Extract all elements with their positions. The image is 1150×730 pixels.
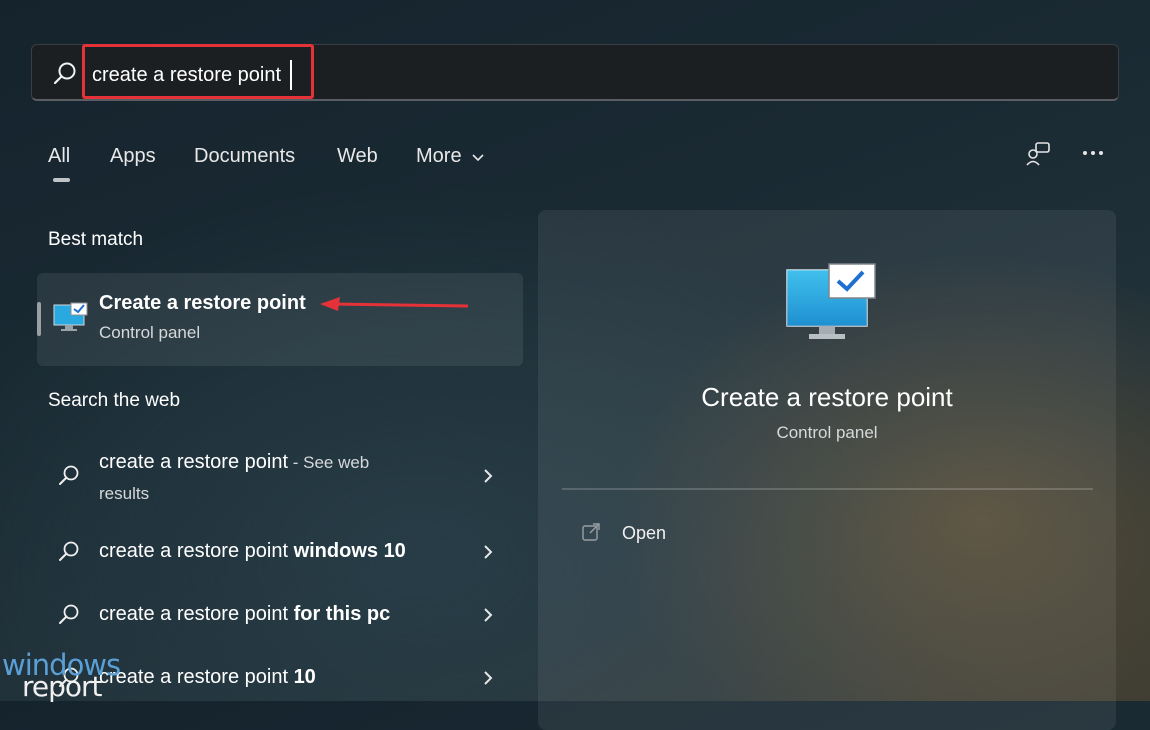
tab-documents[interactable]: Documents <box>194 145 295 168</box>
web-result-completion: for this pc <box>293 603 391 625</box>
open-external-icon <box>581 522 601 547</box>
search-icon <box>57 603 81 632</box>
web-result-query: create a restore point <box>99 540 294 562</box>
tab-active-indicator <box>53 178 70 182</box>
divider <box>562 488 1093 490</box>
web-result-completion: 10 <box>293 666 316 688</box>
chevron-right-icon <box>482 607 494 628</box>
search-icon <box>52 61 78 92</box>
highlight-annotation-box <box>82 44 314 99</box>
more-icon[interactable] <box>1080 140 1106 171</box>
web-result-item[interactable]: create a restore point windows 10 <box>37 536 523 568</box>
web-result-text: create a restore point 10 <box>99 662 316 692</box>
tab-all[interactable]: All <box>48 145 70 168</box>
web-result-text: create a restore point windows 10 <box>99 536 406 566</box>
tab-more-label: More <box>416 145 462 167</box>
best-match-heading: Best match <box>48 229 144 250</box>
chevron-right-icon <box>482 468 494 489</box>
best-match-title: Create a restore point <box>99 292 306 314</box>
feedback-icon[interactable] <box>1025 140 1053 173</box>
preview-subtitle: Control panel <box>776 423 878 442</box>
search-web-heading: Search the web <box>48 390 181 411</box>
chevron-right-icon <box>482 670 494 691</box>
web-result-text: create a restore point for this pc <box>99 599 390 629</box>
chevron-right-icon <box>482 544 494 565</box>
chevron-down-icon <box>471 145 485 168</box>
search-icon <box>57 540 81 569</box>
tab-apps[interactable]: Apps <box>110 145 156 168</box>
best-match-subtitle: Control panel <box>99 323 201 342</box>
web-result-item[interactable]: create a restore point for this pc <box>37 599 523 631</box>
preview-title: Create a restore point <box>701 382 953 412</box>
web-result-completion: windows 10 <box>293 540 406 562</box>
tab-web[interactable]: Web <box>337 145 378 168</box>
monitor-check-icon <box>53 302 89 339</box>
web-result-query: create a restore point <box>99 451 288 473</box>
web-result-query: create a restore point <box>99 666 294 688</box>
search-icon <box>57 464 81 493</box>
web-result-query: create a restore point <box>99 603 294 625</box>
web-result-item[interactable]: create a restore point - See web results <box>37 446 523 508</box>
web-result-text-line2: results <box>99 478 149 509</box>
annotation-arrow <box>318 294 470 319</box>
watermark-logo-bottom: report <box>22 670 103 703</box>
monitor-check-icon <box>785 262 879 349</box>
web-result-text: create a restore point - See web <box>99 447 369 478</box>
selection-indicator <box>37 302 41 336</box>
open-action[interactable]: Open <box>622 523 666 544</box>
tab-more[interactable]: More <box>416 145 485 168</box>
web-result-see-more-line2: results <box>99 484 150 503</box>
best-match-result[interactable] <box>37 273 523 366</box>
web-result-see-more: - See web <box>288 453 370 472</box>
